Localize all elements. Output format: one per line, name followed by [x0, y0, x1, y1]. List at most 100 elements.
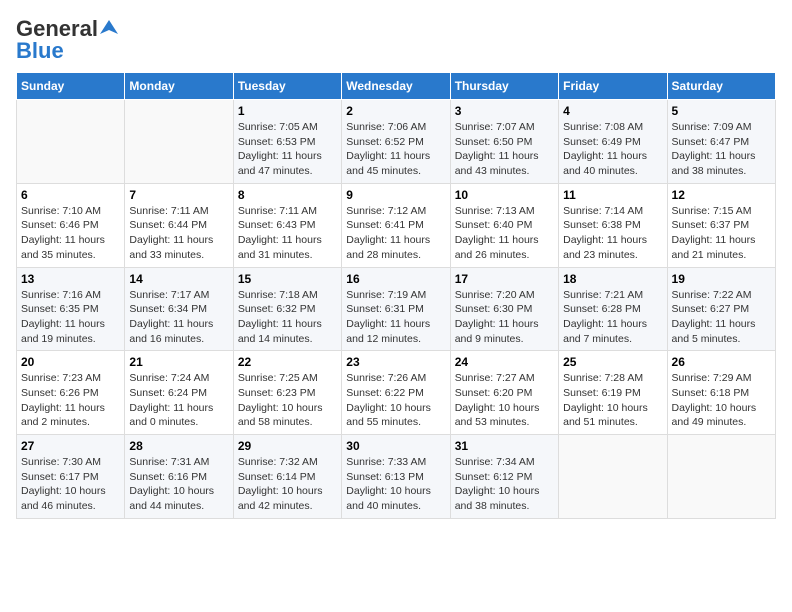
- day-number: 10: [455, 188, 554, 202]
- weekday-header-thursday: Thursday: [450, 73, 558, 100]
- day-number: 29: [238, 439, 337, 453]
- day-number: 12: [672, 188, 771, 202]
- calendar-cell: 18 Sunrise: 7:21 AM Sunset: 6:28 PM Dayli…: [559, 267, 667, 351]
- day-number: 7: [129, 188, 228, 202]
- day-content: Sunrise: 7:13 AM Sunset: 6:40 PM Dayligh…: [455, 204, 554, 263]
- day-number: 22: [238, 355, 337, 369]
- day-content: Sunrise: 7:29 AM Sunset: 6:18 PM Dayligh…: [672, 371, 771, 430]
- day-content: Sunrise: 7:24 AM Sunset: 6:24 PM Dayligh…: [129, 371, 228, 430]
- day-number: 17: [455, 272, 554, 286]
- day-number: 1: [238, 104, 337, 118]
- day-number: 13: [21, 272, 120, 286]
- calendar-cell: 12 Sunrise: 7:15 AM Sunset: 6:37 PM Dayli…: [667, 183, 775, 267]
- day-number: 2: [346, 104, 445, 118]
- calendar-week-row: 27Sunrise: 7:30 AM Sunset: 6:17 PM Dayli…: [17, 435, 776, 519]
- calendar-cell: 26 Sunrise: 7:29 AM Sunset: 6:18 PM Dayli…: [667, 351, 775, 435]
- day-content: Sunrise: 7:22 AM Sunset: 6:27 PM Dayligh…: [672, 288, 771, 347]
- day-content: Sunrise: 7:06 AM Sunset: 6:52 PM Dayligh…: [346, 120, 445, 179]
- day-content: Sunrise: 7:18 AM Sunset: 6:32 PM Dayligh…: [238, 288, 337, 347]
- calendar-cell: 16 Sunrise: 7:19 AM Sunset: 6:31 PM Dayli…: [342, 267, 450, 351]
- day-content: Sunrise: 7:11 AM Sunset: 6:43 PM Dayligh…: [238, 204, 337, 263]
- day-number: 27: [21, 439, 120, 453]
- day-content: Sunrise: 7:28 AM Sunset: 6:19 PM Dayligh…: [563, 371, 662, 430]
- calendar-cell: 13 Sunrise: 7:16 AM Sunset: 6:35 PM Dayli…: [17, 267, 125, 351]
- weekday-header-wednesday: Wednesday: [342, 73, 450, 100]
- day-number: 28: [129, 439, 228, 453]
- calendar-cell: 11Sunrise: 7:14 AM Sunset: 6:38 PM Dayli…: [559, 183, 667, 267]
- calendar-cell: 2 Sunrise: 7:06 AM Sunset: 6:52 PM Daylig…: [342, 100, 450, 184]
- day-content: Sunrise: 7:14 AM Sunset: 6:38 PM Dayligh…: [563, 204, 662, 263]
- day-content: Sunrise: 7:31 AM Sunset: 6:16 PM Dayligh…: [129, 455, 228, 514]
- weekday-header-sunday: Sunday: [17, 73, 125, 100]
- weekday-header-saturday: Saturday: [667, 73, 775, 100]
- calendar-cell: 5 Sunrise: 7:09 AM Sunset: 6:47 PM Daylig…: [667, 100, 775, 184]
- day-content: Sunrise: 7:09 AM Sunset: 6:47 PM Dayligh…: [672, 120, 771, 179]
- day-content: Sunrise: 7:10 AM Sunset: 6:46 PM Dayligh…: [21, 204, 120, 263]
- day-number: 14: [129, 272, 228, 286]
- page-header: General Blue: [16, 16, 776, 64]
- day-content: Sunrise: 7:15 AM Sunset: 6:37 PM Dayligh…: [672, 204, 771, 263]
- day-number: 26: [672, 355, 771, 369]
- calendar-cell: 20Sunrise: 7:23 AM Sunset: 6:26 PM Dayli…: [17, 351, 125, 435]
- calendar-cell: 17 Sunrise: 7:20 AM Sunset: 6:30 PM Dayli…: [450, 267, 558, 351]
- day-content: Sunrise: 7:16 AM Sunset: 6:35 PM Dayligh…: [21, 288, 120, 347]
- day-content: Sunrise: 7:20 AM Sunset: 6:30 PM Dayligh…: [455, 288, 554, 347]
- calendar-cell: [559, 435, 667, 519]
- calendar-cell: 25 Sunrise: 7:28 AM Sunset: 6:19 PM Dayli…: [559, 351, 667, 435]
- calendar-cell: 1Sunrise: 7:05 AM Sunset: 6:53 PM Daylig…: [233, 100, 341, 184]
- calendar-cell: 27Sunrise: 7:30 AM Sunset: 6:17 PM Dayli…: [17, 435, 125, 519]
- weekday-header-friday: Friday: [559, 73, 667, 100]
- calendar-cell: [667, 435, 775, 519]
- calendar-cell: 14 Sunrise: 7:17 AM Sunset: 6:34 PM Dayli…: [125, 267, 233, 351]
- calendar-cell: 8 Sunrise: 7:11 AM Sunset: 6:43 PM Daylig…: [233, 183, 341, 267]
- day-content: Sunrise: 7:12 AM Sunset: 6:41 PM Dayligh…: [346, 204, 445, 263]
- weekday-header-tuesday: Tuesday: [233, 73, 341, 100]
- logo: General Blue: [16, 16, 118, 64]
- day-number: 9: [346, 188, 445, 202]
- calendar-week-row: 1Sunrise: 7:05 AM Sunset: 6:53 PM Daylig…: [17, 100, 776, 184]
- day-number: 24: [455, 355, 554, 369]
- day-content: Sunrise: 7:21 AM Sunset: 6:28 PM Dayligh…: [563, 288, 662, 347]
- day-number: 18: [563, 272, 662, 286]
- day-content: Sunrise: 7:26 AM Sunset: 6:22 PM Dayligh…: [346, 371, 445, 430]
- day-number: 5: [672, 104, 771, 118]
- day-content: Sunrise: 7:08 AM Sunset: 6:49 PM Dayligh…: [563, 120, 662, 179]
- calendar-cell: 4 Sunrise: 7:08 AM Sunset: 6:49 PM Daylig…: [559, 100, 667, 184]
- day-content: Sunrise: 7:11 AM Sunset: 6:44 PM Dayligh…: [129, 204, 228, 263]
- day-content: Sunrise: 7:34 AM Sunset: 6:12 PM Dayligh…: [455, 455, 554, 514]
- weekday-header-monday: Monday: [125, 73, 233, 100]
- day-number: 30: [346, 439, 445, 453]
- calendar-cell: [125, 100, 233, 184]
- day-content: Sunrise: 7:17 AM Sunset: 6:34 PM Dayligh…: [129, 288, 228, 347]
- calendar-cell: 28 Sunrise: 7:31 AM Sunset: 6:16 PM Dayli…: [125, 435, 233, 519]
- day-number: 31: [455, 439, 554, 453]
- day-content: Sunrise: 7:25 AM Sunset: 6:23 PM Dayligh…: [238, 371, 337, 430]
- calendar-cell: 15Sunrise: 7:18 AM Sunset: 6:32 PM Dayli…: [233, 267, 341, 351]
- calendar-cell: 6Sunrise: 7:10 AM Sunset: 6:46 PM Daylig…: [17, 183, 125, 267]
- day-number: 23: [346, 355, 445, 369]
- day-number: 8: [238, 188, 337, 202]
- day-number: 19: [672, 272, 771, 286]
- calendar-cell: 29 Sunrise: 7:32 AM Sunset: 6:14 PM Dayli…: [233, 435, 341, 519]
- day-content: Sunrise: 7:19 AM Sunset: 6:31 PM Dayligh…: [346, 288, 445, 347]
- logo-icon: [100, 18, 118, 36]
- calendar-week-row: 20Sunrise: 7:23 AM Sunset: 6:26 PM Dayli…: [17, 351, 776, 435]
- calendar-cell: [17, 100, 125, 184]
- calendar-cell: 10 Sunrise: 7:13 AM Sunset: 6:40 PM Dayli…: [450, 183, 558, 267]
- day-number: 4: [563, 104, 662, 118]
- calendar-cell: 24 Sunrise: 7:27 AM Sunset: 6:20 PM Dayli…: [450, 351, 558, 435]
- day-number: 16: [346, 272, 445, 286]
- calendar-cell: 9 Sunrise: 7:12 AM Sunset: 6:41 PM Daylig…: [342, 183, 450, 267]
- day-number: 25: [563, 355, 662, 369]
- calendar-week-row: 13 Sunrise: 7:16 AM Sunset: 6:35 PM Dayli…: [17, 267, 776, 351]
- day-content: Sunrise: 7:32 AM Sunset: 6:14 PM Dayligh…: [238, 455, 337, 514]
- weekday-header-row: SundayMondayTuesdayWednesdayThursdayFrid…: [17, 73, 776, 100]
- calendar-cell: 21 Sunrise: 7:24 AM Sunset: 6:24 PM Dayli…: [125, 351, 233, 435]
- day-content: Sunrise: 7:33 AM Sunset: 6:13 PM Dayligh…: [346, 455, 445, 514]
- calendar-cell: 22 Sunrise: 7:25 AM Sunset: 6:23 PM Dayli…: [233, 351, 341, 435]
- calendar-cell: 30 Sunrise: 7:33 AM Sunset: 6:13 PM Dayli…: [342, 435, 450, 519]
- day-content: Sunrise: 7:07 AM Sunset: 6:50 PM Dayligh…: [455, 120, 554, 179]
- day-number: 21: [129, 355, 228, 369]
- day-content: Sunrise: 7:27 AM Sunset: 6:20 PM Dayligh…: [455, 371, 554, 430]
- day-number: 20: [21, 355, 120, 369]
